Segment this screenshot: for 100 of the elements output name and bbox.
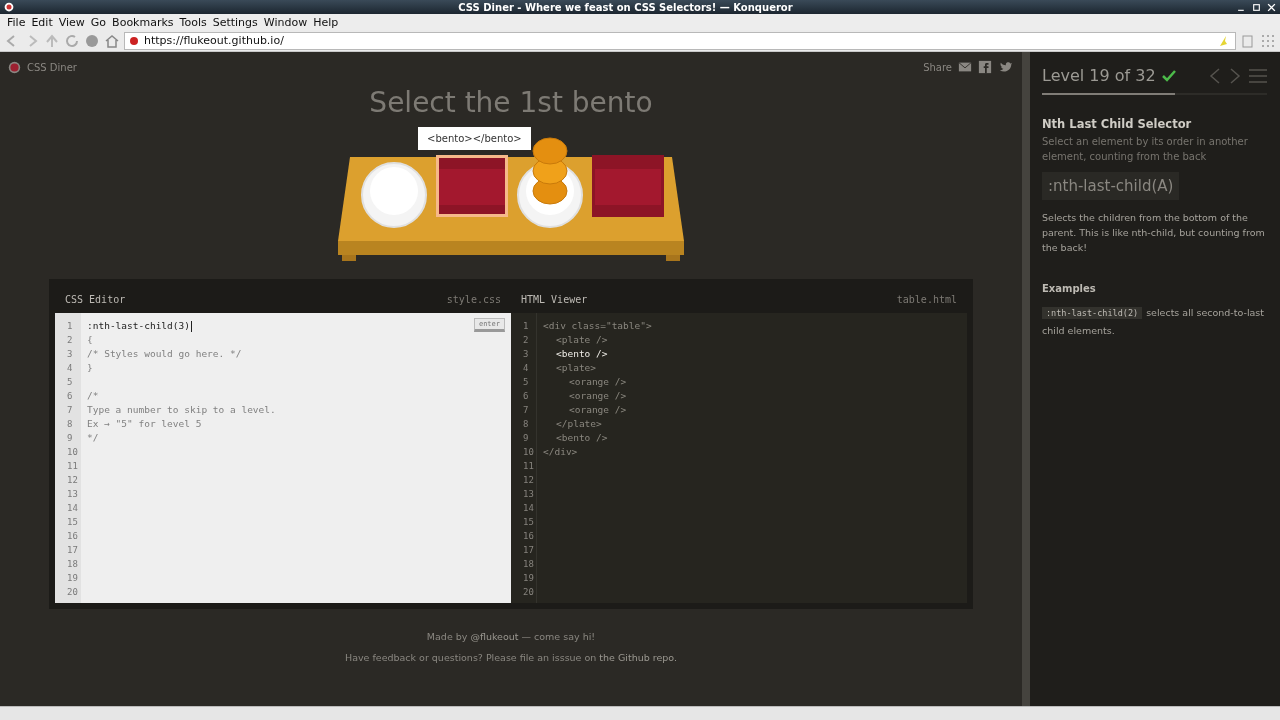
mail-icon[interactable] <box>958 60 972 74</box>
line-number: 19 <box>66 572 79 585</box>
menu-item[interactable]: Help <box>310 15 342 29</box>
code-line: /* <box>87 389 99 403</box>
line-number: 17 <box>66 544 79 557</box>
menu-item[interactable]: Edit <box>28 15 56 29</box>
menu-icon[interactable] <box>1248 66 1268 85</box>
line-number: 1 <box>66 320 74 333</box>
code-line[interactable]: <plate> <box>543 361 597 375</box>
line-number: 19 <box>522 572 535 585</box>
code-line[interactable]: <div class="table"> <box>543 319 652 333</box>
code-line: } <box>87 361 93 375</box>
grid-icon[interactable] <box>1260 32 1276 49</box>
facebook-icon[interactable] <box>978 60 992 74</box>
selector-name: Nth Last Child Selector <box>1042 117 1193 131</box>
line-number: 20 <box>522 586 535 599</box>
line-number: 4 <box>66 362 74 375</box>
close-icon[interactable] <box>1267 2 1276 12</box>
app-icon <box>4 2 14 12</box>
selector-description: Selects the children from the bottom of the parent. This is like nth-child, but counting from the back! <box>1042 211 1266 255</box>
line-number: 9 <box>522 432 530 445</box>
line-number: 2 <box>522 334 530 347</box>
file-name: style.css <box>446 293 501 305</box>
credit-text: Made by @flukeout — come say hi! <box>426 631 596 642</box>
author-link[interactable]: @flukeout <box>470 631 519 642</box>
file-name: table.html <box>896 293 957 305</box>
code-line[interactable]: <bento /> <box>543 347 608 361</box>
element-tooltip: <bento></bento> <box>418 127 531 150</box>
line-number: 14 <box>522 502 535 515</box>
code-line[interactable]: </plate> <box>543 417 602 431</box>
home-icon[interactable] <box>104 32 120 49</box>
code-line[interactable]: <orange /> <box>543 375 627 389</box>
clipboard-icon[interactable] <box>1240 32 1256 49</box>
code-line[interactable]: <plate /> <box>543 333 608 347</box>
logo-text[interactable]: CSS Diner <box>27 61 77 73</box>
line-number: 15 <box>66 516 79 529</box>
menu-item[interactable]: View <box>55 15 88 29</box>
line-number: 16 <box>66 530 79 543</box>
line-number: 2 <box>66 334 74 347</box>
menu-item[interactable]: Go <box>87 15 110 29</box>
code-line: :nth-last-child(3) <box>87 319 190 333</box>
scrollbar[interactable] <box>1022 52 1030 706</box>
code-line[interactable]: <bento /> <box>543 431 608 445</box>
code-line: */ <box>87 431 99 445</box>
menu-item[interactable]: Settings <box>209 15 261 29</box>
stop-icon[interactable] <box>84 32 100 49</box>
selector-title: Select an element by its order in another element, counting from the back <box>1042 135 1249 164</box>
previous-icon[interactable] <box>1208 66 1222 85</box>
up-icon[interactable] <box>44 32 60 49</box>
line-number: 8 <box>66 418 74 431</box>
line-number: 9 <box>66 432 74 445</box>
menu-item[interactable]: Bookmarks <box>109 15 177 29</box>
line-number: 7 <box>522 404 530 417</box>
examples-heading: Examples <box>1042 283 1097 294</box>
logo-icon <box>8 60 21 74</box>
broom-icon[interactable] <box>1218 34 1230 47</box>
text-caret <box>190 320 192 332</box>
reload-icon[interactable] <box>64 32 80 49</box>
favicon-icon <box>130 36 138 45</box>
line-number: 11 <box>66 460 79 473</box>
line-number: 6 <box>522 390 530 403</box>
feedback-text: Have feedback or questions? Please file an isssue on the Github repo. <box>345 652 677 663</box>
line-number: 14 <box>66 502 79 515</box>
menu-item[interactable]: Tools <box>176 15 210 29</box>
pane-title: CSS Editor <box>65 293 126 305</box>
bird-icon[interactable] <box>998 60 1014 74</box>
line-number: 12 <box>66 474 79 487</box>
example-text: :nth-last-child(2) selects all second-to-last child elements. <box>1042 306 1266 338</box>
code-line: { <box>87 333 93 347</box>
line-number: 20 <box>66 586 79 599</box>
code-line[interactable]: <orange /> <box>543 403 627 417</box>
line-number: 3 <box>522 348 530 361</box>
line-number: 10 <box>66 446 79 459</box>
next-icon[interactable] <box>1228 66 1242 85</box>
url-field[interactable]: https://flukeout.github.io/ <box>124 31 1236 50</box>
line-number: 8 <box>522 418 530 431</box>
maximize-icon[interactable] <box>1252 2 1261 12</box>
line-number: 5 <box>522 376 530 389</box>
code-line[interactable]: <orange /> <box>543 389 627 403</box>
line-number: 5 <box>66 376 74 389</box>
selector-syntax: :nth-last-child(A) <box>1042 172 1180 200</box>
repo-link[interactable]: the Github repo. <box>599 652 677 663</box>
line-number: 18 <box>522 558 535 571</box>
line-number: 15 <box>522 516 535 529</box>
bento-box-drawing[interactable] <box>436 155 508 217</box>
menu-item[interactable]: Window <box>260 15 311 29</box>
line-number: 1 <box>522 320 530 333</box>
pane-title: HTML Viewer <box>521 293 588 305</box>
level-instruction: Select the 1st bento <box>369 86 653 119</box>
menu-item[interactable]: File <box>4 15 29 29</box>
line-number: 13 <box>522 488 535 501</box>
code-line[interactable]: </div> <box>543 445 578 459</box>
example-code: :nth-last-child(2) <box>1042 307 1143 319</box>
level-indicator: Level 19 of 32 <box>1042 66 1156 85</box>
line-number: 3 <box>66 348 74 361</box>
line-number: 13 <box>66 488 79 501</box>
code-line: Ex → "5" for level 5 <box>87 417 202 431</box>
line-number: 16 <box>522 530 535 543</box>
line-number: 4 <box>522 362 530 375</box>
line-number: 7 <box>66 404 74 417</box>
